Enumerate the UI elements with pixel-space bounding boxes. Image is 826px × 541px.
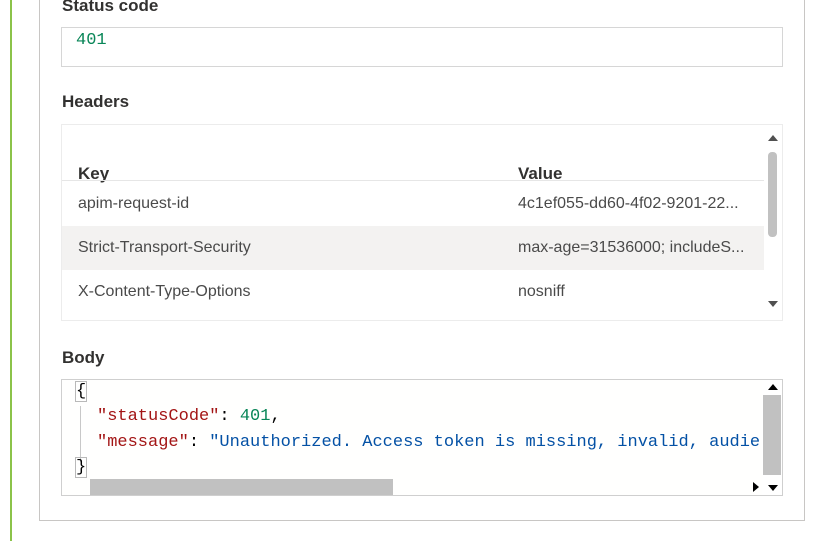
headers-table[interactable]: Key Value apim-request-id 4c1ef055-dd60-… xyxy=(61,124,783,321)
table-row[interactable]: Strict-Transport-Security max-age=315360… xyxy=(62,226,764,270)
close-brace: } xyxy=(74,457,88,478)
body-scroll-thumb[interactable] xyxy=(763,395,781,475)
scroll-right-arrow-icon[interactable] xyxy=(753,482,759,492)
json-separator: : xyxy=(219,407,240,426)
scroll-down-arrow-icon[interactable] xyxy=(768,301,778,307)
scroll-up-arrow-icon[interactable] xyxy=(768,135,778,141)
table-row[interactable]: apim-request-id 4c1ef055-dd60-4f02-9201-… xyxy=(62,182,764,226)
scroll-down-arrow-icon[interactable] xyxy=(768,485,778,491)
scroll-up-arrow-icon[interactable] xyxy=(768,384,778,390)
body-label: Body xyxy=(62,348,105,367)
body-code-viewer[interactable]: { "statusCode": 401, "message": "Unautho… xyxy=(61,379,783,496)
body-vertical-scrollbar[interactable] xyxy=(762,380,782,495)
indent-guide xyxy=(80,406,81,462)
left-accent-bar xyxy=(0,0,12,541)
headers-vertical-scrollbar[interactable] xyxy=(764,125,782,320)
header-divider xyxy=(62,180,764,181)
json-comma: , xyxy=(270,407,281,426)
status-code-value: 401 xyxy=(76,31,107,50)
json-separator: : xyxy=(188,433,210,452)
table-row[interactable]: X-Content-Type-Options nosniff xyxy=(62,270,764,314)
header-value: 4c1ef055-dd60-4f02-9201-22... xyxy=(518,195,739,212)
open-brace: { xyxy=(74,381,88,402)
headers-label: Headers xyxy=(62,92,130,111)
headers-scroll-thumb[interactable] xyxy=(768,152,777,237)
column-header-key: Key xyxy=(78,164,110,183)
status-code-label: Status code xyxy=(62,0,159,15)
status-code-field[interactable]: 401 xyxy=(61,27,783,67)
code-line-status: "statusCode": 401, xyxy=(97,407,281,426)
response-panel: Status code 401 Headers Key Value apim-r… xyxy=(39,0,805,521)
json-key: "message" xyxy=(97,433,189,452)
header-key: Strict-Transport-Security xyxy=(78,239,251,256)
header-value: nosniff xyxy=(518,283,565,300)
code-line-message: "message": "Unauthorized. Access token i… xyxy=(97,433,760,452)
json-key: "statusCode" xyxy=(97,407,220,426)
header-value: max-age=31536000; includeS... xyxy=(518,239,745,256)
header-key: X-Content-Type-Options xyxy=(78,283,251,300)
column-header-value: Value xyxy=(518,164,563,183)
json-number: 401 xyxy=(239,407,271,426)
json-string: "Unauthorized. Access token is missing, … xyxy=(209,433,761,452)
header-key: apim-request-id xyxy=(78,195,190,212)
body-horizontal-scroll-thumb[interactable] xyxy=(90,479,393,495)
